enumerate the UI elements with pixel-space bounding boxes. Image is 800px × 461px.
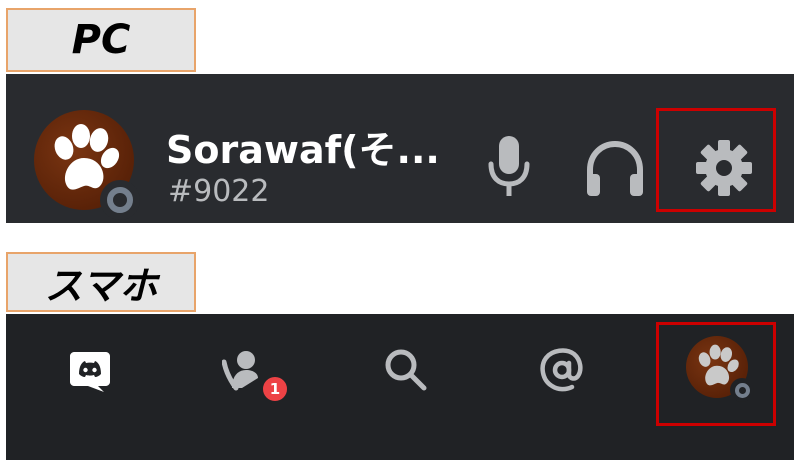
search-icon[interactable] (382, 346, 428, 392)
microphone-icon[interactable] (486, 134, 532, 200)
pc-section-label: PC (6, 8, 196, 72)
mentions-icon[interactable] (538, 346, 586, 394)
smartphone-section-label: スマホ (6, 252, 196, 312)
status-indicator (100, 180, 140, 220)
headphones-icon[interactable] (584, 140, 646, 198)
pc-user-panel: Sorawaf(そ... #9022 (6, 74, 794, 223)
notification-badge: 1 (260, 374, 290, 404)
settings-gear-icon[interactable] (694, 138, 754, 198)
status-indicator (730, 378, 754, 402)
home-discord-icon[interactable] (68, 348, 112, 392)
friends-icon[interactable] (222, 348, 264, 392)
user-tag: #9022 (168, 174, 270, 209)
username: Sorawaf(そ... (166, 128, 440, 172)
mobile-bottom-nav: 1 (6, 314, 794, 460)
